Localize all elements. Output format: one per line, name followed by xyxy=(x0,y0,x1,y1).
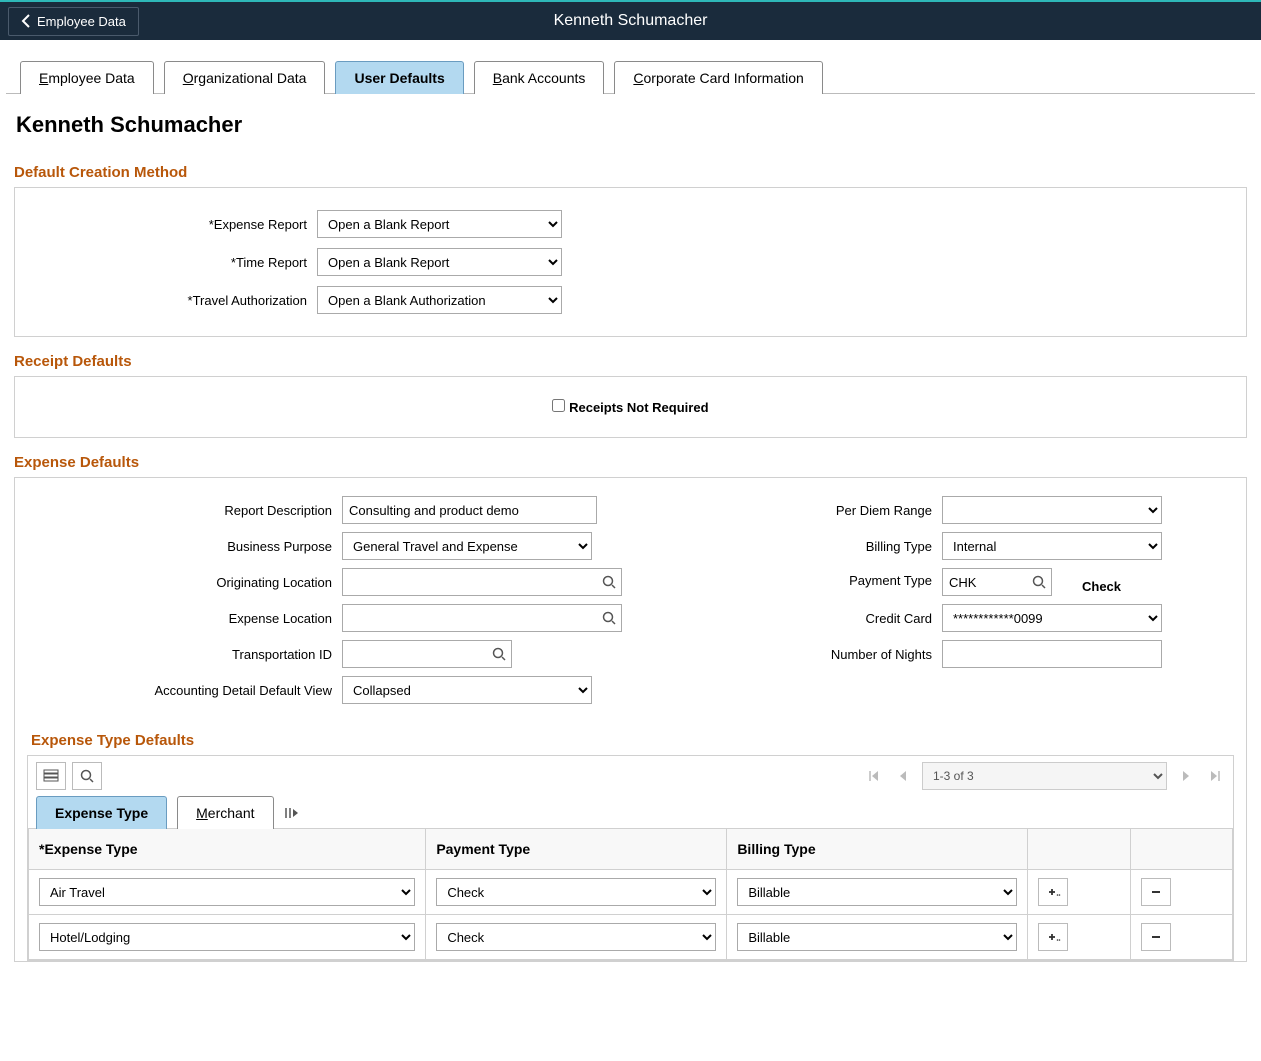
section-title-expense-defaults: Expense Defaults xyxy=(6,438,1255,477)
section-title-receipt-defaults: Receipt Defaults xyxy=(6,337,1255,376)
col-remove xyxy=(1130,829,1232,870)
expand-all-icon[interactable] xyxy=(284,807,300,819)
business-purpose-label: Business Purpose xyxy=(27,539,342,554)
acct-view-label: Accounting Detail Default View xyxy=(27,683,342,698)
billing-type-label: Billing Type xyxy=(662,539,942,554)
back-button-label: Employee Data xyxy=(37,14,126,29)
chevron-left-icon xyxy=(21,14,31,28)
report-desc-label: Report Description xyxy=(27,503,342,518)
payment-type-desc: Check xyxy=(1082,579,1121,594)
credit-card-select[interactable]: ************0099 xyxy=(942,604,1162,632)
trans-id-label: Transportation ID xyxy=(27,647,342,662)
pager-first-button[interactable] xyxy=(864,766,884,786)
add-row-button[interactable] xyxy=(1038,878,1068,906)
expense-type-grid: 1-3 of 3 Expense Type Merchant xyxy=(27,755,1234,961)
first-page-icon xyxy=(868,770,880,782)
expense-report-select[interactable]: Open a Blank Report xyxy=(317,210,562,238)
tab-employee-data[interactable]: Employee Data xyxy=(20,61,154,94)
plus-icon xyxy=(1045,886,1061,898)
add-row-button[interactable] xyxy=(1038,923,1068,951)
orig-loc-input[interactable] xyxy=(342,568,622,596)
last-page-icon xyxy=(1209,770,1221,782)
receipt-defaults-box: Receipts Not Required xyxy=(14,376,1247,438)
nights-input[interactable] xyxy=(942,640,1162,668)
section-title-expense-type-defaults: Expense Type Defaults xyxy=(27,712,1234,755)
pager-last-button[interactable] xyxy=(1205,766,1225,786)
credit-card-label: Credit Card xyxy=(662,611,942,626)
tab-organizational-data[interactable]: Organizational Data xyxy=(164,61,326,94)
page-title: Kenneth Schumacher xyxy=(6,94,1255,148)
grid-icon xyxy=(43,769,59,783)
main-tabs: Employee Data Organizational Data User D… xyxy=(6,40,1255,94)
col-payment-type[interactable]: Payment Type xyxy=(426,829,727,870)
top-bar: Employee Data Kenneth Schumacher xyxy=(0,0,1261,40)
travel-auth-select[interactable]: Open a Blank Authorization xyxy=(317,286,562,314)
remove-row-button[interactable] xyxy=(1141,923,1171,951)
billing-type-select[interactable]: Internal xyxy=(942,532,1162,560)
row-expense-type-select[interactable]: Hotel/Lodging xyxy=(39,923,415,951)
tab-user-defaults[interactable]: User Defaults xyxy=(335,61,463,94)
search-icon xyxy=(80,769,94,783)
receipts-not-required-label[interactable]: Receipts Not Required xyxy=(569,400,708,415)
remove-row-button[interactable] xyxy=(1141,878,1171,906)
grid-search-button[interactable] xyxy=(72,762,102,790)
row-payment-type-select[interactable]: Check xyxy=(436,923,716,951)
expense-defaults-box: Report Description Business Purpose Gene… xyxy=(14,477,1247,962)
expense-report-label: *Expense Report xyxy=(27,217,317,232)
time-report-label: *Time Report xyxy=(27,255,317,270)
trans-id-input[interactable] xyxy=(342,640,512,668)
sub-tab-expense-type[interactable]: Expense Type xyxy=(36,796,167,829)
pager-next-button[interactable] xyxy=(1177,766,1195,786)
col-billing-type[interactable]: Billing Type xyxy=(727,829,1028,870)
report-desc-input[interactable] xyxy=(342,496,597,524)
pager-range-select[interactable]: 1-3 of 3 xyxy=(922,762,1167,790)
per-diem-select[interactable] xyxy=(942,496,1162,524)
per-diem-label: Per Diem Range xyxy=(662,503,942,518)
prev-page-icon xyxy=(898,770,908,782)
travel-auth-label: *Travel Authorization xyxy=(27,293,317,308)
back-button[interactable]: Employee Data xyxy=(8,7,139,36)
receipts-not-required-checkbox[interactable] xyxy=(552,399,565,412)
time-report-select[interactable]: Open a Blank Report xyxy=(317,248,562,276)
grid-action-button[interactable] xyxy=(36,762,66,790)
payment-type-label: Payment Type xyxy=(662,568,942,588)
table-row: Hotel/Lodging Check Billable xyxy=(29,915,1233,960)
plus-icon xyxy=(1045,931,1061,943)
acct-view-select[interactable]: Collapsed xyxy=(342,676,592,704)
default-creation-box: *Expense Report Open a Blank Report *Tim… xyxy=(14,187,1247,337)
orig-loc-label: Originating Location xyxy=(27,575,342,590)
tab-corporate-card[interactable]: Corporate Card Information xyxy=(614,61,822,94)
minus-icon xyxy=(1149,886,1163,898)
row-payment-type-select[interactable]: Check xyxy=(436,878,716,906)
col-expense-type[interactable]: *Expense Type xyxy=(29,829,426,870)
row-billing-type-select[interactable]: Billable xyxy=(737,878,1017,906)
next-page-icon xyxy=(1181,770,1191,782)
tab-bank-accounts[interactable]: Bank Accounts xyxy=(474,61,605,94)
sub-tab-merchant[interactable]: Merchant xyxy=(177,796,273,829)
page-header-title: Kenneth Schumacher xyxy=(0,12,1261,30)
minus-icon xyxy=(1149,931,1163,943)
row-billing-type-select[interactable]: Billable xyxy=(737,923,1017,951)
section-title-default-creation: Default Creation Method xyxy=(6,148,1255,187)
pager-prev-button[interactable] xyxy=(894,766,912,786)
col-add xyxy=(1028,829,1130,870)
exp-loc-label: Expense Location xyxy=(27,611,342,626)
row-expense-type-select[interactable]: Air Travel xyxy=(39,878,415,906)
exp-loc-input[interactable] xyxy=(342,604,622,632)
business-purpose-select[interactable]: General Travel and Expense xyxy=(342,532,592,560)
nights-label: Number of Nights xyxy=(662,647,942,662)
payment-type-input[interactable] xyxy=(942,568,1052,596)
table-row: Air Travel Check Billable xyxy=(29,870,1233,915)
